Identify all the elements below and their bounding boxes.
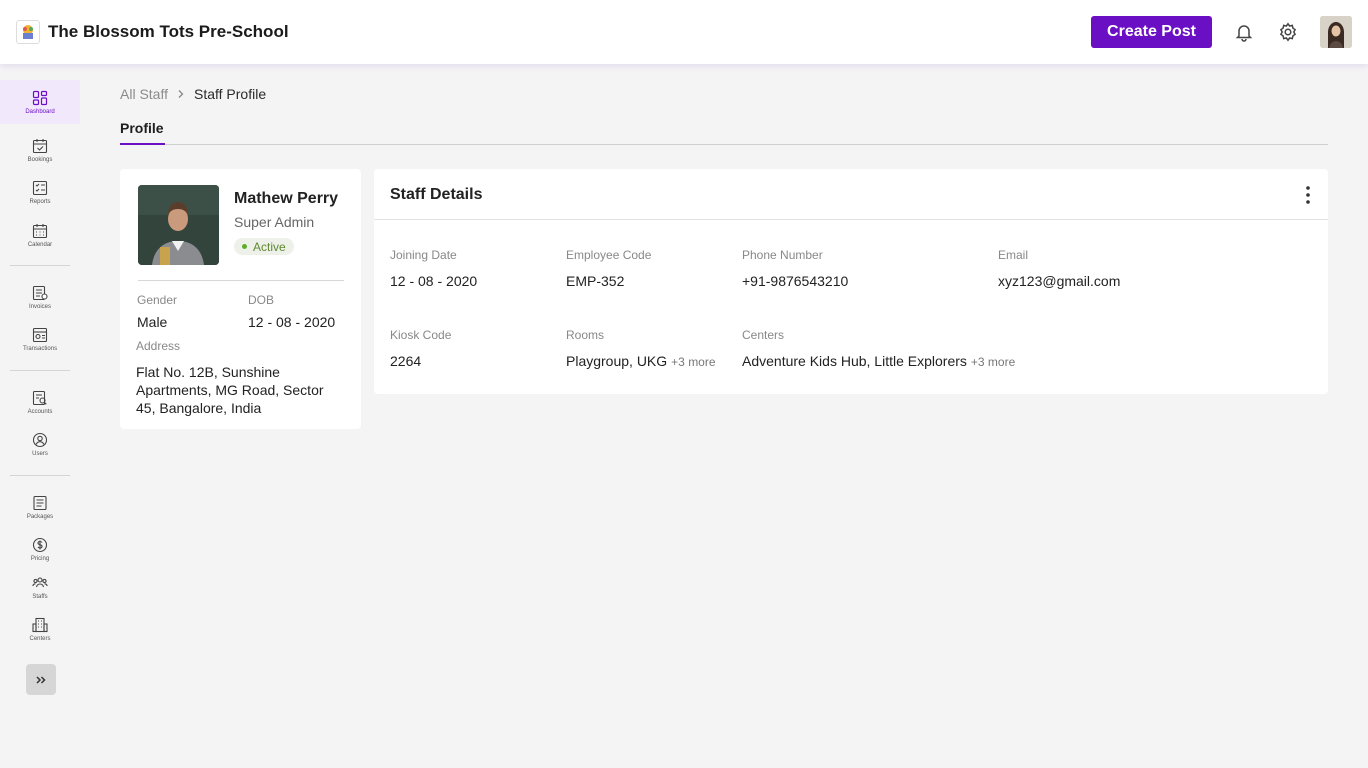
dob-label: DOB [248,293,275,307]
gender-label: Gender [137,293,178,307]
reports-icon [32,180,48,195]
centers-list: Adventure Kids Hub, Little Explorers [742,353,967,369]
sidebar-item-centers[interactable]: Centers [0,607,80,651]
rooms-list: Playgroup, UKG [566,353,668,369]
create-post-button[interactable]: Create Post [1091,16,1212,48]
staff-name: Mathew Perry [234,190,339,207]
sidebar-item-label: Centers [29,635,51,642]
accounts-icon [32,390,47,405]
sidebar-item-dashboard[interactable]: Dashboard [0,80,80,124]
phone-number-value: +91-9876543210 [742,273,849,289]
sidebar-item-label: Invoices [28,303,51,310]
dob-value: 12 - 08 - 2020 [248,314,336,330]
sidebar-item-label: Pricing [30,555,50,562]
employee-code-label: Employee Code [566,248,652,262]
centers-label: Centers [742,328,785,342]
status-dot-icon [242,244,247,249]
calendar-check-icon [32,138,48,153]
email-value: xyz123@gmail.com [998,273,1121,289]
top-header: The Blossom Tots Pre-School Create Post [0,0,1368,64]
centers-more-link[interactable]: +3 more [971,355,1015,369]
building-icon [32,617,48,632]
user-avatar[interactable] [1320,16,1352,48]
sidebar: Dashboard Bookings Reports Calendar Invo… [0,64,80,768]
bell-icon[interactable] [1232,20,1256,44]
breadcrumb: All Staff Staff Profile [120,86,266,102]
sidebar-item-invoices[interactable]: Invoices [0,275,80,319]
breadcrumb-all-staff-link[interactable]: All Staff [120,86,168,102]
sidebar-item-label: Accounts [27,408,53,415]
sidebar-item-calendar[interactable]: Calendar [0,213,80,257]
profile-card: Mathew Perry Super Admin Active Gender M… [120,169,361,429]
employee-code-value: EMP-352 [566,273,625,289]
sidebar-divider [10,475,70,476]
address-label: Address [136,339,181,353]
rooms-label: Rooms [566,328,605,342]
sidebar-item-packages[interactable]: Packages [0,485,80,529]
expand-sidebar-button[interactable] [26,664,56,695]
sidebar-divider [10,370,70,371]
sidebar-item-transactions[interactable]: Transactions [0,317,80,361]
sidebar-item-accounts[interactable]: Accounts [0,380,80,424]
school-name: The Blossom Tots Pre-School [48,22,289,41]
staff-details-title: Staff Details [390,186,483,203]
sidebar-item-bookings[interactable]: Bookings [0,128,80,172]
tab-profile[interactable]: Profile [120,118,165,145]
sidebar-item-staffs[interactable]: Staffs [0,565,80,609]
phone-number-label: Phone Number [742,248,823,262]
invoice-icon [32,285,48,300]
gear-icon[interactable] [1276,20,1300,44]
sidebar-item-label: Staffs [32,593,48,600]
packages-icon [33,495,47,510]
tab-bar: Profile [120,118,1328,145]
gender-value: Male [137,314,168,330]
address-value: Flat No. 12B, Sunshine Apartments, MG Ro… [136,364,324,416]
transactions-icon [32,327,48,342]
sidebar-item-label: Dashboard [25,108,55,115]
sidebar-item-label: Users [32,450,48,457]
sidebar-item-label: Transactions [22,345,58,352]
details-divider [374,219,1328,220]
chevron-right-icon [176,89,186,99]
chevrons-right-icon [36,675,46,684]
staff-role: Super Admin [234,214,315,230]
staff-details-card: Staff Details Joining Date 12 - 08 - 202… [374,169,1328,394]
profile-divider [138,280,344,281]
sidebar-item-reports[interactable]: Reports [0,170,80,214]
kiosk-code-value: 2264 [390,353,422,369]
sidebar-item-label: Reports [29,198,51,205]
breadcrumb-current: Staff Profile [194,86,267,102]
sidebar-item-label: Bookings [27,156,53,163]
school-logo-icon[interactable] [16,20,40,44]
dashboard-icon [32,90,48,105]
kiosk-code-label: Kiosk Code [390,328,452,342]
sidebar-item-users[interactable]: Users [0,422,80,466]
staff-photo [138,185,219,265]
joining-date-value: 12 - 08 - 2020 [390,273,478,289]
more-vertical-icon[interactable] [1300,183,1316,207]
centers-value: Adventure Kids Hub, Little Explorers +3 m… [742,353,1015,369]
staffs-icon [32,576,48,587]
status-text: Active [253,239,286,254]
rooms-value: Playgroup, UKG +3 more [566,353,716,369]
sidebar-item-label: Packages [26,513,54,520]
sidebar-item-label: Calendar [27,241,53,248]
calendar-icon [32,223,48,238]
email-label: Email [998,248,1029,262]
sidebar-divider [10,265,70,266]
rooms-more-link[interactable]: +3 more [671,355,715,369]
dollar-icon [32,537,48,552]
user-icon [32,432,48,447]
status-badge: Active [234,238,294,255]
joining-date-label: Joining Date [390,248,457,262]
